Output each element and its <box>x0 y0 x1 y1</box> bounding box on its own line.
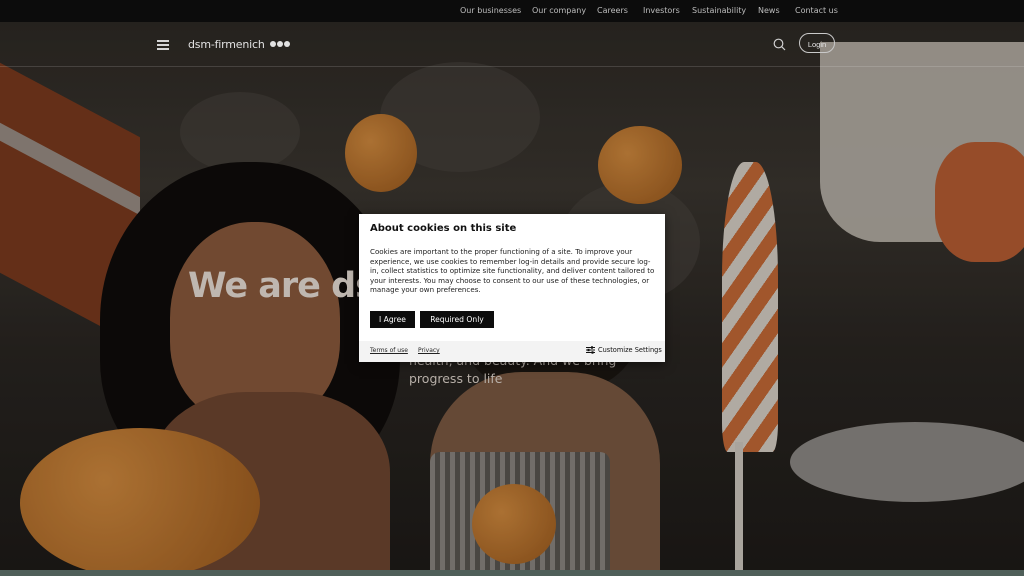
nav-link-careers[interactable]: Careers <box>597 0 628 22</box>
top-utility-nav: Our businesses Our company Careers Inves… <box>0 0 1024 22</box>
nav-link-sustainability[interactable]: Sustainability <box>692 0 746 22</box>
settings-sliders-icon <box>586 346 595 354</box>
login-button[interactable]: Login <box>799 33 835 53</box>
search-icon[interactable] <box>773 38 786 51</box>
nav-link-our-company[interactable]: Our company <box>532 0 586 22</box>
hero-title: We are ds <box>188 266 376 306</box>
terms-of-use-link[interactable]: Terms of use <box>370 347 408 354</box>
cookie-dialog: About cookies on this site Cookies are i… <box>359 214 665 362</box>
nav-link-our-businesses[interactable]: Our businesses <box>460 0 521 22</box>
logo-text: dsm-firmenich <box>188 37 265 51</box>
required-only-button[interactable]: Required Only <box>420 311 494 328</box>
customize-settings-link[interactable]: Customize Settings <box>586 346 662 354</box>
customize-settings-label: Customize Settings <box>598 346 662 354</box>
agree-button[interactable]: I Agree <box>370 311 415 328</box>
cookie-dialog-footer: Terms of use Privacy Customize Settings <box>359 341 665 362</box>
logo[interactable]: dsm-firmenich <box>188 36 290 52</box>
nav-link-investors[interactable]: Investors <box>643 0 680 22</box>
nav-link-news[interactable]: News <box>758 0 780 22</box>
logo-dots-icon <box>269 41 290 47</box>
main-header: dsm-firmenich Login <box>0 22 1024 67</box>
nav-link-contact-us[interactable]: Contact us <box>795 0 838 22</box>
menu-icon[interactable] <box>157 40 169 50</box>
bottom-strip <box>0 570 1024 576</box>
privacy-link[interactable]: Privacy <box>418 347 440 354</box>
cookie-dialog-title: About cookies on this site <box>370 223 517 234</box>
cookie-dialog-body: Cookies are important to the proper func… <box>370 247 655 295</box>
